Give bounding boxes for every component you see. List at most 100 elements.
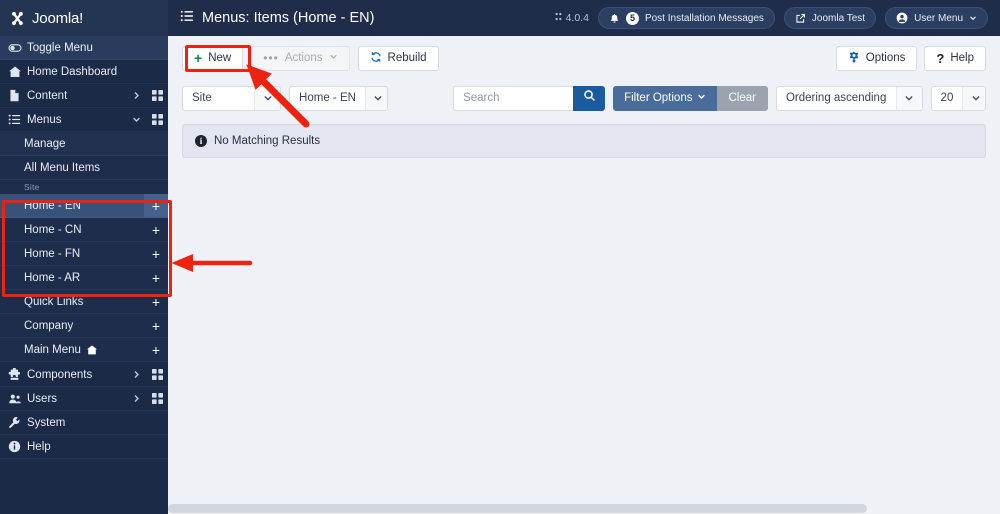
sidebar-menu-label: Main Menu — [24, 343, 81, 356]
sidebar-menu-label: Home - EN — [24, 199, 81, 212]
question-icon: ? — [936, 50, 945, 66]
rebuild-button[interactable]: Rebuild — [357, 45, 439, 71]
visit-site-button[interactable]: Joomla Test — [783, 7, 877, 29]
chevron-right-icon[interactable] — [126, 370, 146, 379]
sidebar-menu-main-menu[interactable]: Main Menu + — [0, 338, 168, 362]
help-button-label: Help — [950, 52, 974, 64]
horizontal-scrollbar[interactable] — [168, 503, 1000, 514]
options-button[interactable]: Options — [835, 45, 918, 71]
site-client-select[interactable]: Site — [182, 85, 282, 111]
sidebar-menu-company[interactable]: Company + — [0, 314, 168, 338]
header-right-group: 4.0.4 5 Post Installation Messages Jooml… — [554, 7, 988, 29]
sidebar-grid-button[interactable] — [146, 393, 168, 404]
sidebar-menu-home-fn[interactable]: Home - FN + — [0, 242, 168, 266]
search-group — [453, 85, 606, 111]
sidebar-item-label: System — [27, 416, 66, 429]
sidebar-item-system[interactable]: System — [0, 411, 168, 435]
chevron-right-icon[interactable] — [126, 394, 146, 403]
page-title-group: Menus: Items (Home - EN) — [180, 9, 374, 28]
messages-label: Post Installation Messages — [644, 12, 764, 24]
sidebar-grid-button[interactable] — [146, 369, 168, 380]
refresh-icon — [370, 51, 382, 66]
sidebar-menu-quick-links[interactable]: Quick Links + — [0, 290, 168, 314]
sidebar-menu-home-ar[interactable]: Home - AR + — [0, 266, 168, 290]
info-icon: i — [195, 135, 207, 147]
joomla-logo-icon — [9, 10, 26, 27]
document-icon — [8, 89, 25, 102]
sidebar-grid-button[interactable] — [146, 114, 168, 125]
new-button[interactable]: + New — [182, 45, 244, 71]
list-icon — [180, 9, 194, 28]
search-button[interactable] — [573, 85, 606, 111]
joomla-admin-screen: Joomla! Menus: Items (Home - EN) 4.0.4 5… — [0, 0, 1000, 514]
sidebar-menu-label: Home - CN — [24, 223, 82, 236]
sidebar-item-components[interactable]: Components — [0, 363, 168, 387]
sidebar-item-content[interactable]: Content — [0, 84, 168, 108]
sidebar-menu-label: Home - FN — [24, 247, 81, 260]
clear-button-label: Clear — [728, 92, 756, 104]
add-menu-item-icon[interactable]: + — [144, 218, 168, 241]
chevron-right-icon[interactable] — [126, 91, 146, 100]
sidebar-item-label: Components — [27, 368, 93, 381]
post-installation-messages-button[interactable]: 5 Post Installation Messages — [597, 7, 775, 29]
toolbar-right-group: Options ? Help — [835, 45, 986, 71]
wrench-icon — [8, 416, 25, 429]
add-menu-item-icon[interactable]: + — [144, 194, 168, 217]
add-menu-item-icon[interactable]: + — [144, 290, 168, 313]
chevron-down-icon — [895, 86, 922, 110]
sidebar-menu-home-en[interactable]: Home - EN + — [0, 194, 168, 218]
home-icon — [8, 65, 25, 79]
body-row: Toggle Menu Home Dashboard Content Menus… — [0, 36, 1000, 514]
sidebar-item-users[interactable]: Users — [0, 387, 168, 411]
list-limit-select[interactable]: 20 — [930, 85, 987, 111]
joomla-small-icon — [554, 12, 563, 24]
ellipsis-icon: ••• — [263, 51, 279, 65]
actions-button-label: Actions — [284, 52, 323, 64]
add-menu-item-icon[interactable]: + — [144, 242, 168, 265]
sidebar-menu-label-group: Main Menu — [24, 344, 144, 356]
limit-select-value: 20 — [940, 92, 954, 104]
scrollbar-thumb[interactable] — [168, 504, 867, 513]
sidebar-item-label: Toggle Menu — [27, 41, 93, 54]
sidebar-menu-label: Home - AR — [24, 271, 81, 284]
add-menu-item-icon[interactable]: + — [144, 314, 168, 337]
sidebar-subitem-all-menu-items[interactable]: All Menu Items — [0, 156, 168, 180]
actions-button[interactable]: ••• Actions — [251, 45, 350, 71]
rebuild-button-label: Rebuild — [387, 52, 427, 64]
site-link-label: Joomla Test — [811, 12, 866, 24]
add-menu-item-icon[interactable]: + — [144, 266, 168, 289]
filter-clear-group: Filter Options Clear — [613, 85, 768, 111]
version-number: 4.0.4 — [565, 12, 589, 24]
toggle-icon — [8, 41, 25, 55]
ordering-select[interactable]: Ordering ascending — [775, 85, 923, 111]
sidebar-item-label: Help — [27, 440, 51, 453]
user-menu-label: User Menu — [914, 12, 963, 24]
sidebar-subitem-manage[interactable]: Manage — [0, 132, 168, 156]
filter-bar: Site Home - EN Search Filter Options Cle… — [168, 80, 1000, 116]
chevron-down-icon — [329, 52, 338, 64]
site-select-value: Site — [192, 92, 212, 104]
filter-options-button[interactable]: Filter Options — [613, 85, 718, 111]
bell-icon — [609, 13, 620, 24]
sidebar-subitem-label: All Menu Items — [24, 161, 101, 174]
chevron-down-icon[interactable] — [126, 115, 146, 124]
gear-icon — [848, 50, 860, 66]
sidebar-grid-button[interactable] — [146, 90, 168, 101]
clear-filters-button[interactable]: Clear — [717, 85, 768, 111]
sidebar-item-toggle-menu[interactable]: Toggle Menu — [0, 36, 168, 60]
menu-select[interactable]: Home - EN — [289, 85, 389, 111]
sidebar-menu-home-cn[interactable]: Home - CN + — [0, 218, 168, 242]
users-icon — [8, 392, 25, 406]
list-icon — [8, 113, 25, 126]
sidebar-item-help[interactable]: Help — [0, 435, 168, 459]
add-menu-item-icon[interactable]: + — [144, 338, 168, 361]
user-menu-button[interactable]: User Menu — [885, 7, 988, 29]
sidebar-item-label: Content — [27, 89, 68, 102]
sidebar-item-menus[interactable]: Menus — [0, 108, 168, 132]
sidebar-item-home-dashboard[interactable]: Home Dashboard — [0, 60, 168, 84]
search-input[interactable] — [453, 85, 574, 111]
help-button[interactable]: ? Help — [924, 45, 986, 71]
page-title: Menus: Items (Home - EN) — [202, 10, 375, 26]
sidebar: Toggle Menu Home Dashboard Content Menus… — [0, 36, 168, 514]
brand-logo[interactable]: Joomla! — [0, 0, 168, 36]
